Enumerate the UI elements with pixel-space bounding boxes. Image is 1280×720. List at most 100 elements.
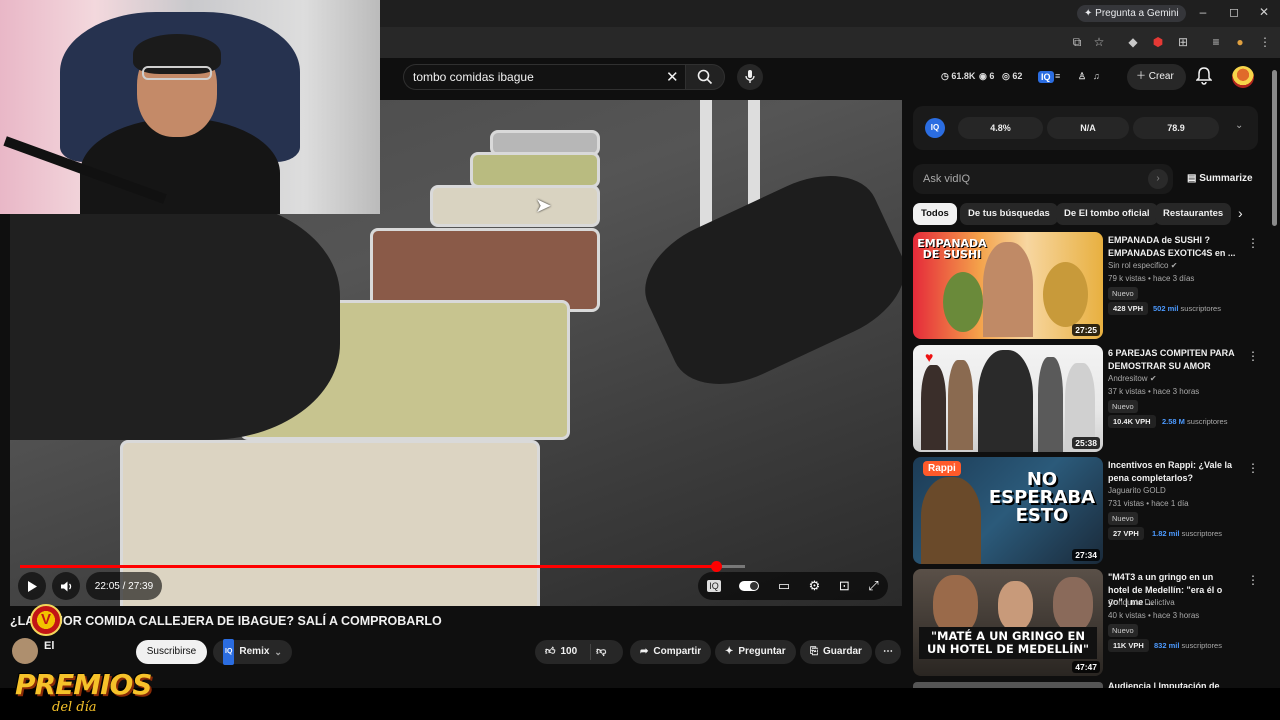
stat-views: ◷ 61.8K xyxy=(941,71,976,81)
trophy-icon[interactable]: ♙ xyxy=(1078,71,1086,82)
vph-badge: 428 VPH xyxy=(1108,302,1149,315)
vidiq-header-icon[interactable]: IQ xyxy=(1038,71,1054,83)
video-thumbnail[interactable]: EMPANADA DE SUSHI 27:25 xyxy=(913,232,1103,339)
theater-mode-icon[interactable]: ⊡ xyxy=(839,578,850,594)
list-icon[interactable]: ≡ xyxy=(1055,71,1060,81)
food-tray xyxy=(470,152,600,188)
thumbnail-person xyxy=(978,350,1033,452)
streamer-badge-logo: V xyxy=(30,604,62,636)
more-horizontal-icon: ⋯ xyxy=(883,646,893,657)
more-vertical-icon[interactable]: ⋮ xyxy=(1247,573,1259,587)
video-thumbnail[interactable]: ♥ 25:38 xyxy=(913,345,1103,452)
chip-busquedas[interactable]: De tus búsquedas xyxy=(960,203,1058,225)
thumbnail-person xyxy=(1053,577,1093,632)
rec-channel[interactable]: Andresitow ✔ xyxy=(1108,374,1157,383)
chip-todos[interactable]: Todos xyxy=(913,203,957,225)
microphone-icon xyxy=(745,70,755,83)
settings-icon[interactable]: ⚙ xyxy=(809,578,821,594)
thumbnail-text: "MATÉ A UN GRINGO EN UN HOTEL DE MEDELLÍ… xyxy=(919,627,1097,660)
cast-icon[interactable]: ⧉ xyxy=(1070,35,1084,50)
autoplay-toggle-icon[interactable] xyxy=(739,581,760,591)
rec-title[interactable]: Incentivos en Rappi: ¿Vale la pena compl… xyxy=(1108,459,1236,484)
thumbnail-text: EMPANADA DE SUSHI xyxy=(917,237,987,261)
progress-scrubber[interactable] xyxy=(711,561,722,572)
channel-name[interactable]: El xyxy=(44,640,54,652)
more-vertical-icon[interactable]: ⋮ xyxy=(1247,461,1259,475)
summarize-button[interactable]: ▤ Summarize xyxy=(1187,173,1253,184)
rec-channel[interactable]: Conducta Delictiva xyxy=(1108,598,1175,607)
ask-submit-icon[interactable]: › xyxy=(1148,169,1168,189)
bookmark-star-icon[interactable]: ☆ xyxy=(1092,35,1106,49)
video-thumbnail[interactable]: Rappi NO ESPERABA ESTO 27:34 xyxy=(913,457,1103,564)
new-badge: Nuevo xyxy=(1108,512,1138,525)
thumbnail-empanada xyxy=(943,272,983,332)
thumbnail-person xyxy=(921,477,981,564)
stat-comments: ◎ 62 xyxy=(1002,71,1023,81)
create-button[interactable]: ＋ Crear xyxy=(1127,64,1186,90)
rec-title[interactable]: 6 PAREJAS COMPITEN PARA DEMOSTRAR SU AMO… xyxy=(1108,347,1236,372)
subtitles-icon[interactable]: ▭ xyxy=(778,578,790,594)
rec-channel[interactable]: Jaguarito GOLD xyxy=(1108,486,1166,495)
like-button[interactable]: 👍︎ 100 👎︎ xyxy=(535,640,623,664)
video-thumbnail[interactable]: "MATÉ A UN GRINGO EN UN HOTEL DE MEDELLÍ… xyxy=(913,569,1103,676)
rec-title[interactable]: EMPANADA de SUSHI ? EMPANADAS EXOTIC4S e… xyxy=(1108,234,1236,259)
ask-vidiq-input[interactable]: Ask vidIQ xyxy=(913,164,1173,194)
reading-list-icon[interactable]: ≡ xyxy=(1209,35,1223,49)
thumbs-down-icon[interactable]: 👎︎ xyxy=(596,640,606,664)
extension-icon[interactable]: ◆ xyxy=(1126,35,1140,49)
clear-search-icon[interactable]: ✕ xyxy=(666,68,679,86)
thumbnail-person xyxy=(983,242,1033,337)
search-button[interactable] xyxy=(685,64,725,90)
ask-button[interactable]: ✦ Preguntar xyxy=(715,640,796,664)
volume-button[interactable] xyxy=(52,572,80,600)
save-button[interactable]: ⎘ Guardar xyxy=(800,640,872,664)
verified-icon: ✔ xyxy=(1170,261,1178,270)
chip-restaurantes[interactable]: Restaurantes xyxy=(1155,203,1232,225)
next-title-partial[interactable]: Audiencia | Imputación de xyxy=(1108,681,1220,688)
profile-icon[interactable]: ● xyxy=(1233,35,1247,49)
duration-badge: 27:34 xyxy=(1072,549,1100,561)
account-avatar[interactable] xyxy=(1232,66,1254,88)
notifications-icon[interactable] xyxy=(1195,67,1213,90)
extensions-puzzle-icon[interactable]: ⊞ xyxy=(1176,35,1190,49)
chips-next-icon[interactable]: › xyxy=(1238,205,1243,221)
chip-el-tombo[interactable]: De El tombo oficial xyxy=(1056,203,1158,225)
list-item[interactable]: EMPANADA DE SUSHI 27:25 EMPANADA de SUSH… xyxy=(913,232,1259,339)
list-item[interactable]: Rappi NO ESPERABA ESTO 27:34 Incentivos … xyxy=(913,457,1259,564)
browser-menu-icon[interactable]: ⋮ xyxy=(1258,35,1272,49)
more-vertical-icon[interactable]: ⋮ xyxy=(1247,349,1259,363)
vidiq-expand-chevron-icon[interactable]: ⌄ xyxy=(1235,120,1243,131)
restore-icon[interactable]: ◻ xyxy=(1227,5,1241,19)
remix-button[interactable]: IQ Remix ⌄ xyxy=(213,639,292,665)
subscriber-count: 832 mil suscriptores xyxy=(1154,641,1222,650)
rec-channel[interactable]: Sin rol especifico ✔ xyxy=(1108,261,1177,270)
list-item[interactable]: ♥ 25:38 6 PAREJAS COMPITEN PARA DEMOSTRA… xyxy=(913,345,1259,452)
search-input[interactable]: tombo comidas ibague xyxy=(403,64,685,90)
share-button[interactable]: ➦ Compartir xyxy=(630,640,712,664)
scrollbar-thumb[interactable] xyxy=(1272,70,1277,226)
vph-badge: 10.4K VPH xyxy=(1108,415,1156,428)
channel-avatar[interactable] xyxy=(12,638,38,664)
more-actions-button[interactable]: ⋯ xyxy=(875,640,901,664)
mouse-cursor-icon: ➤ xyxy=(535,195,552,217)
more-vertical-icon[interactable]: ⋮ xyxy=(1247,236,1259,250)
rec-meta: 40 k vistas • hace 3 horas xyxy=(1108,611,1200,620)
duration-badge: 27:25 xyxy=(1072,324,1100,336)
facecam-overlay xyxy=(0,0,380,214)
bell-small-icon[interactable]: ♫ xyxy=(1093,71,1100,81)
minimize-icon[interactable]: – xyxy=(1196,5,1210,19)
play-button[interactable] xyxy=(18,572,46,600)
gemini-button[interactable]: ✦ Pregunta a Gemini xyxy=(1077,5,1186,22)
extension-red-icon[interactable]: ⬢ xyxy=(1151,35,1165,49)
food-tray xyxy=(120,440,540,606)
subscribe-button[interactable]: Suscribirse xyxy=(136,640,207,664)
chevron-down-icon: ⌄ xyxy=(274,647,282,657)
volume-icon xyxy=(60,581,71,591)
list-item[interactable]: "MATÉ A UN GRINGO EN UN HOTEL DE MEDELLÍ… xyxy=(913,569,1259,676)
fullscreen-icon[interactable]: ⤢ xyxy=(868,578,878,594)
video-title: ¿LA MEJOR COMIDA CALLEJERA DE IBAGUE? SA… xyxy=(10,614,442,628)
close-window-icon[interactable]: ✕ xyxy=(1257,5,1271,19)
vidiq-player-icon[interactable]: IQ xyxy=(707,580,721,592)
voice-search-button[interactable] xyxy=(737,64,763,90)
next-thumbnail-partial[interactable] xyxy=(913,682,1103,688)
